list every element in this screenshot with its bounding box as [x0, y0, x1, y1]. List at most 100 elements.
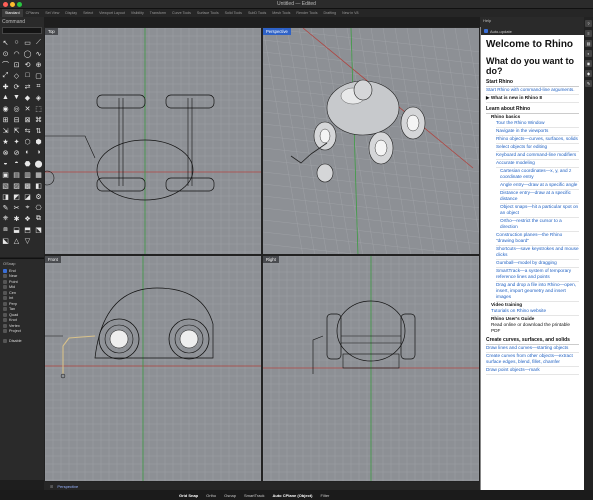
- tool-button-53[interactable]: ▨: [11, 180, 22, 191]
- tool-button-4[interactable]: ⊙: [0, 48, 11, 59]
- tool-button-65[interactable]: ✱: [11, 213, 22, 224]
- tool-button-71[interactable]: ⬔: [33, 224, 44, 235]
- viewport-tab-perspective[interactable]: Perspective: [57, 484, 78, 489]
- viewport-top-label[interactable]: Top: [45, 28, 58, 35]
- command-input[interactable]: [2, 27, 42, 34]
- tool-button-56[interactable]: ◨: [0, 191, 11, 202]
- tool-button-11[interactable]: ⊕: [33, 59, 44, 70]
- osnap-checkbox[interactable]: [3, 301, 7, 306]
- tool-button-57[interactable]: ◩: [11, 191, 22, 202]
- tool-button-28[interactable]: ⊞: [0, 114, 11, 125]
- add-viewport-icon[interactable]: ⊞: [46, 484, 57, 489]
- tool-button-13[interactable]: ◇: [11, 70, 22, 81]
- tool-button-23[interactable]: ◈: [33, 92, 44, 103]
- osnap-checkbox[interactable]: [3, 329, 7, 334]
- viewport-top[interactable]: Top: [44, 27, 262, 255]
- auto-update-toggle[interactable]: Auto-update: [481, 27, 584, 35]
- viewport-front-label[interactable]: Front: [45, 256, 61, 263]
- help-link[interactable]: Drag and drop a file into Rhino—open, in…: [496, 282, 579, 302]
- help-link[interactable]: Angle entry—draw at a specific angle: [500, 182, 579, 190]
- tool-button-18[interactable]: ⇄: [22, 81, 33, 92]
- osnap-checkbox[interactable]: [3, 323, 7, 328]
- tool-button-0[interactable]: ↖: [0, 37, 11, 48]
- help-link[interactable]: Select objects for editing: [496, 144, 579, 152]
- layers-icon[interactable]: ▤: [585, 40, 592, 47]
- help-link[interactable]: Tour the Rhino Window: [496, 120, 579, 128]
- tool-button-60[interactable]: ✎: [0, 202, 11, 213]
- tool-button-17[interactable]: ⟳: [11, 81, 22, 92]
- tool-button-58[interactable]: ◪: [22, 191, 33, 202]
- tool-button-30[interactable]: ⊠: [22, 114, 33, 125]
- osnap-checkbox[interactable]: [3, 312, 7, 317]
- tool-button-62[interactable]: ⌖: [22, 202, 33, 213]
- tool-button-20[interactable]: ▲: [0, 92, 11, 103]
- osnap-checkbox[interactable]: [3, 338, 7, 343]
- osnap-disable[interactable]: Disable: [0, 338, 44, 344]
- tool-button-64[interactable]: ⎈: [0, 213, 11, 224]
- tool-button-21[interactable]: ▼: [11, 92, 22, 103]
- help-link[interactable]: SmartTrack—a system of temporary referen…: [496, 268, 579, 282]
- tool-button-14[interactable]: □: [22, 70, 33, 81]
- tool-button-3[interactable]: ⟋: [33, 37, 44, 48]
- tool-button-27[interactable]: ⬚: [33, 103, 44, 114]
- tool-button-25[interactable]: ◎: [11, 103, 22, 114]
- help-link[interactable]: Navigate in the viewports: [496, 128, 579, 136]
- tool-button-46[interactable]: ⬣: [22, 158, 33, 169]
- tab-new-in-v8[interactable]: New in V8: [339, 9, 361, 17]
- create-link[interactable]: Draw point objects—mark: [486, 367, 579, 375]
- tab-select[interactable]: Select: [80, 9, 96, 17]
- help-link[interactable]: Ortho—restrict the cursor to a direction: [500, 218, 579, 232]
- start-link[interactable]: Start Rhino with command-line arguments.: [486, 87, 579, 95]
- tool-button-54[interactable]: ▩: [22, 180, 33, 191]
- tab-render-tools[interactable]: Render Tools: [293, 9, 320, 17]
- video-link[interactable]: Tutorials on Rhino website: [491, 308, 579, 316]
- tool-button-22[interactable]: ◆: [22, 92, 33, 103]
- tool-button-47[interactable]: ⬤: [33, 158, 44, 169]
- tool-button-68[interactable]: ⧈: [0, 224, 11, 235]
- create-link[interactable]: Create curves from other objects—extract…: [486, 353, 579, 367]
- tool-button-33[interactable]: ⇱: [11, 125, 22, 136]
- tool-button-41[interactable]: ⊘: [11, 147, 22, 158]
- help-link[interactable]: Accurate modeling: [496, 160, 579, 168]
- tool-button-44[interactable]: ◒: [0, 158, 11, 169]
- tool-button-38[interactable]: ⬡: [22, 136, 33, 147]
- osnap-checkbox[interactable]: [3, 268, 7, 273]
- osnap-checkbox[interactable]: [3, 307, 7, 312]
- status-toggle-grid-snap[interactable]: Grid Snap: [175, 493, 202, 498]
- tool-button-1[interactable]: ○: [11, 37, 22, 48]
- viewport-front[interactable]: Front: [44, 255, 262, 482]
- tool-button-39[interactable]: ⬢: [33, 136, 44, 147]
- tool-button-55[interactable]: ◧: [33, 180, 44, 191]
- tool-button-24[interactable]: ◉: [0, 103, 11, 114]
- tool-button-45[interactable]: ◓: [11, 158, 22, 169]
- tab-drafting[interactable]: Drafting: [321, 9, 340, 17]
- help-link[interactable]: Gumball—model by dragging: [496, 260, 579, 268]
- whats-new-link[interactable]: ▶ What is new in Rhino 8: [486, 95, 579, 103]
- tool-button-59[interactable]: ⚙: [33, 191, 44, 202]
- tool-button-19[interactable]: ⌗: [33, 81, 44, 92]
- tab-display[interactable]: Display: [62, 9, 80, 17]
- osnap-checkbox[interactable]: [3, 290, 7, 295]
- tool-button-43[interactable]: ◑: [33, 147, 44, 158]
- tab-curve-tools[interactable]: Curve Tools: [169, 9, 194, 17]
- tab-viewport-layout[interactable]: Viewport Layout: [96, 9, 128, 17]
- osnap-project[interactable]: Project: [0, 329, 44, 335]
- render-icon[interactable]: ◉: [585, 60, 592, 67]
- tab-transform[interactable]: Transform: [147, 9, 169, 17]
- tool-button-5[interactable]: ◠: [11, 48, 22, 59]
- tool-button-73[interactable]: △: [11, 235, 22, 246]
- tool-button-63[interactable]: ⎔: [33, 202, 44, 213]
- tool-button-8[interactable]: ⌒: [0, 59, 11, 70]
- help-link[interactable]: Shortcuts—save keystrokes and mouse clic…: [496, 246, 579, 260]
- auto-update-checkbox[interactable]: [484, 29, 488, 33]
- tool-button-7[interactable]: ∿: [33, 48, 44, 59]
- tool-button-67[interactable]: ⧉: [33, 213, 44, 224]
- tool-button-66[interactable]: ❖: [22, 213, 33, 224]
- tab-visibility[interactable]: Visibility: [128, 9, 147, 17]
- help-link[interactable]: Rhino objects—curves, surfaces, solids: [496, 136, 579, 144]
- help-panel-icon[interactable]: ?: [585, 20, 592, 27]
- tool-button-6[interactable]: ◯: [22, 48, 33, 59]
- osnap-checkbox[interactable]: [3, 318, 7, 323]
- tool-button-34[interactable]: ⇆: [22, 125, 33, 136]
- tool-button-16[interactable]: ✚: [0, 81, 11, 92]
